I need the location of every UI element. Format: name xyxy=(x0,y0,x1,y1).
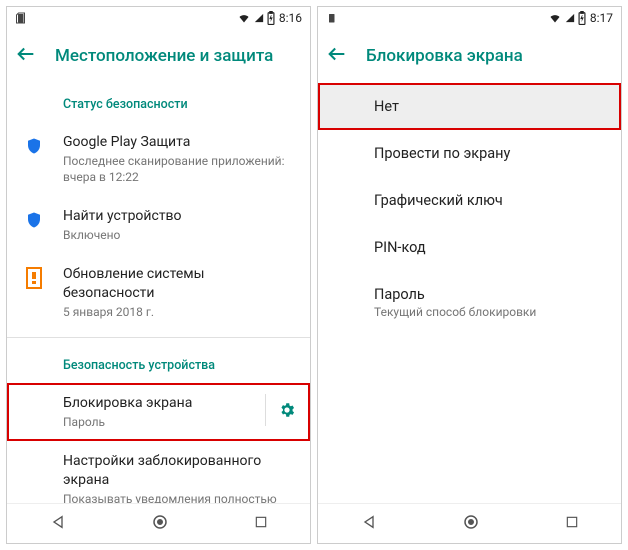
gear-icon xyxy=(278,401,296,419)
sim-icon xyxy=(15,11,27,25)
battery-icon xyxy=(578,11,586,25)
nav-back-button[interactable] xyxy=(50,514,66,534)
nav-recent-button[interactable] xyxy=(254,514,268,533)
row-subtitle: Показывать уведомления полностью xyxy=(63,491,296,503)
nav-bar xyxy=(318,503,621,543)
warning-icon xyxy=(19,265,49,289)
row-find-device[interactable]: Найти устройство Включено xyxy=(7,196,310,254)
row-screen-lock[interactable]: Блокировка экрана Пароль xyxy=(7,383,310,441)
status-bar: 8:16 xyxy=(7,7,310,29)
row-subtitle: Последнее сканирование приложений: вчера… xyxy=(63,153,296,185)
phone-left: 8:16 Местоположение и защита Статус безо… xyxy=(6,6,311,544)
title-bar: Блокировка экрана xyxy=(318,29,621,83)
option-label: Графический ключ xyxy=(374,192,605,209)
nav-recent-button[interactable] xyxy=(565,514,579,533)
option-sublabel: Текущий способ блокировки xyxy=(374,305,605,319)
row-title: Настройки заблокированного экрана xyxy=(63,452,296,490)
option-label: Провести по экрану xyxy=(374,145,605,162)
sim-icon xyxy=(326,11,338,25)
option-swipe[interactable]: Провести по экрану xyxy=(318,130,621,177)
option-pin[interactable]: PIN-код xyxy=(318,224,621,271)
phone-right: 8:17 Блокировка экрана Нет Провести по э… xyxy=(317,6,622,544)
section-header-security-status: Статус безопасности xyxy=(7,83,310,122)
option-none[interactable]: Нет xyxy=(318,83,621,130)
row-title: Google Play Защита xyxy=(63,133,296,152)
shield-icon xyxy=(19,133,49,157)
nav-home-button[interactable] xyxy=(462,513,480,535)
nav-home-button[interactable] xyxy=(151,513,169,535)
wifi-icon xyxy=(237,12,251,24)
nav-back-button[interactable] xyxy=(361,514,377,534)
row-subtitle: 5 января 2018 г. xyxy=(63,304,296,320)
row-subtitle: Пароль xyxy=(63,414,247,430)
back-button[interactable] xyxy=(15,43,37,69)
row-play-protect[interactable]: Google Play Защита Последнее сканировани… xyxy=(7,122,310,196)
nav-bar xyxy=(7,503,310,543)
row-lock-prefs[interactable]: Настройки заблокированного экрана Показы… xyxy=(7,441,310,503)
wifi-icon xyxy=(548,12,562,24)
option-label: Пароль xyxy=(374,286,605,303)
battery-icon xyxy=(267,11,275,25)
status-time: 8:17 xyxy=(590,11,613,25)
status-time: 8:16 xyxy=(279,11,302,25)
row-title: Блокировка экрана xyxy=(63,394,247,413)
settings-content: Статус безопасности Google Play Защита П… xyxy=(7,83,310,503)
status-bar: 8:17 xyxy=(318,7,621,29)
row-title: Найти устройство xyxy=(63,207,296,226)
back-button[interactable] xyxy=(326,43,348,69)
row-title: Обновление системы безопасности xyxy=(63,265,296,303)
page-title: Блокировка экрана xyxy=(366,46,523,66)
lock-options: Нет Провести по экрану Графический ключ … xyxy=(318,83,621,503)
title-bar: Местоположение и защита xyxy=(7,29,310,83)
page-title: Местоположение и защита xyxy=(55,46,273,66)
divider xyxy=(7,337,310,338)
screen-lock-settings-button[interactable] xyxy=(265,394,296,426)
row-system-update[interactable]: Обновление системы безопасности 5 января… xyxy=(7,254,310,331)
option-password[interactable]: Пароль Текущий способ блокировки xyxy=(318,271,621,334)
signal-icon xyxy=(254,12,264,24)
shield-icon xyxy=(19,207,49,231)
option-label: Нет xyxy=(374,98,605,115)
signal-icon xyxy=(565,12,575,24)
option-label: PIN-код xyxy=(374,239,605,256)
section-header-device-security: Безопасность устройства xyxy=(7,344,310,383)
option-pattern[interactable]: Графический ключ xyxy=(318,177,621,224)
row-subtitle: Включено xyxy=(63,227,296,243)
